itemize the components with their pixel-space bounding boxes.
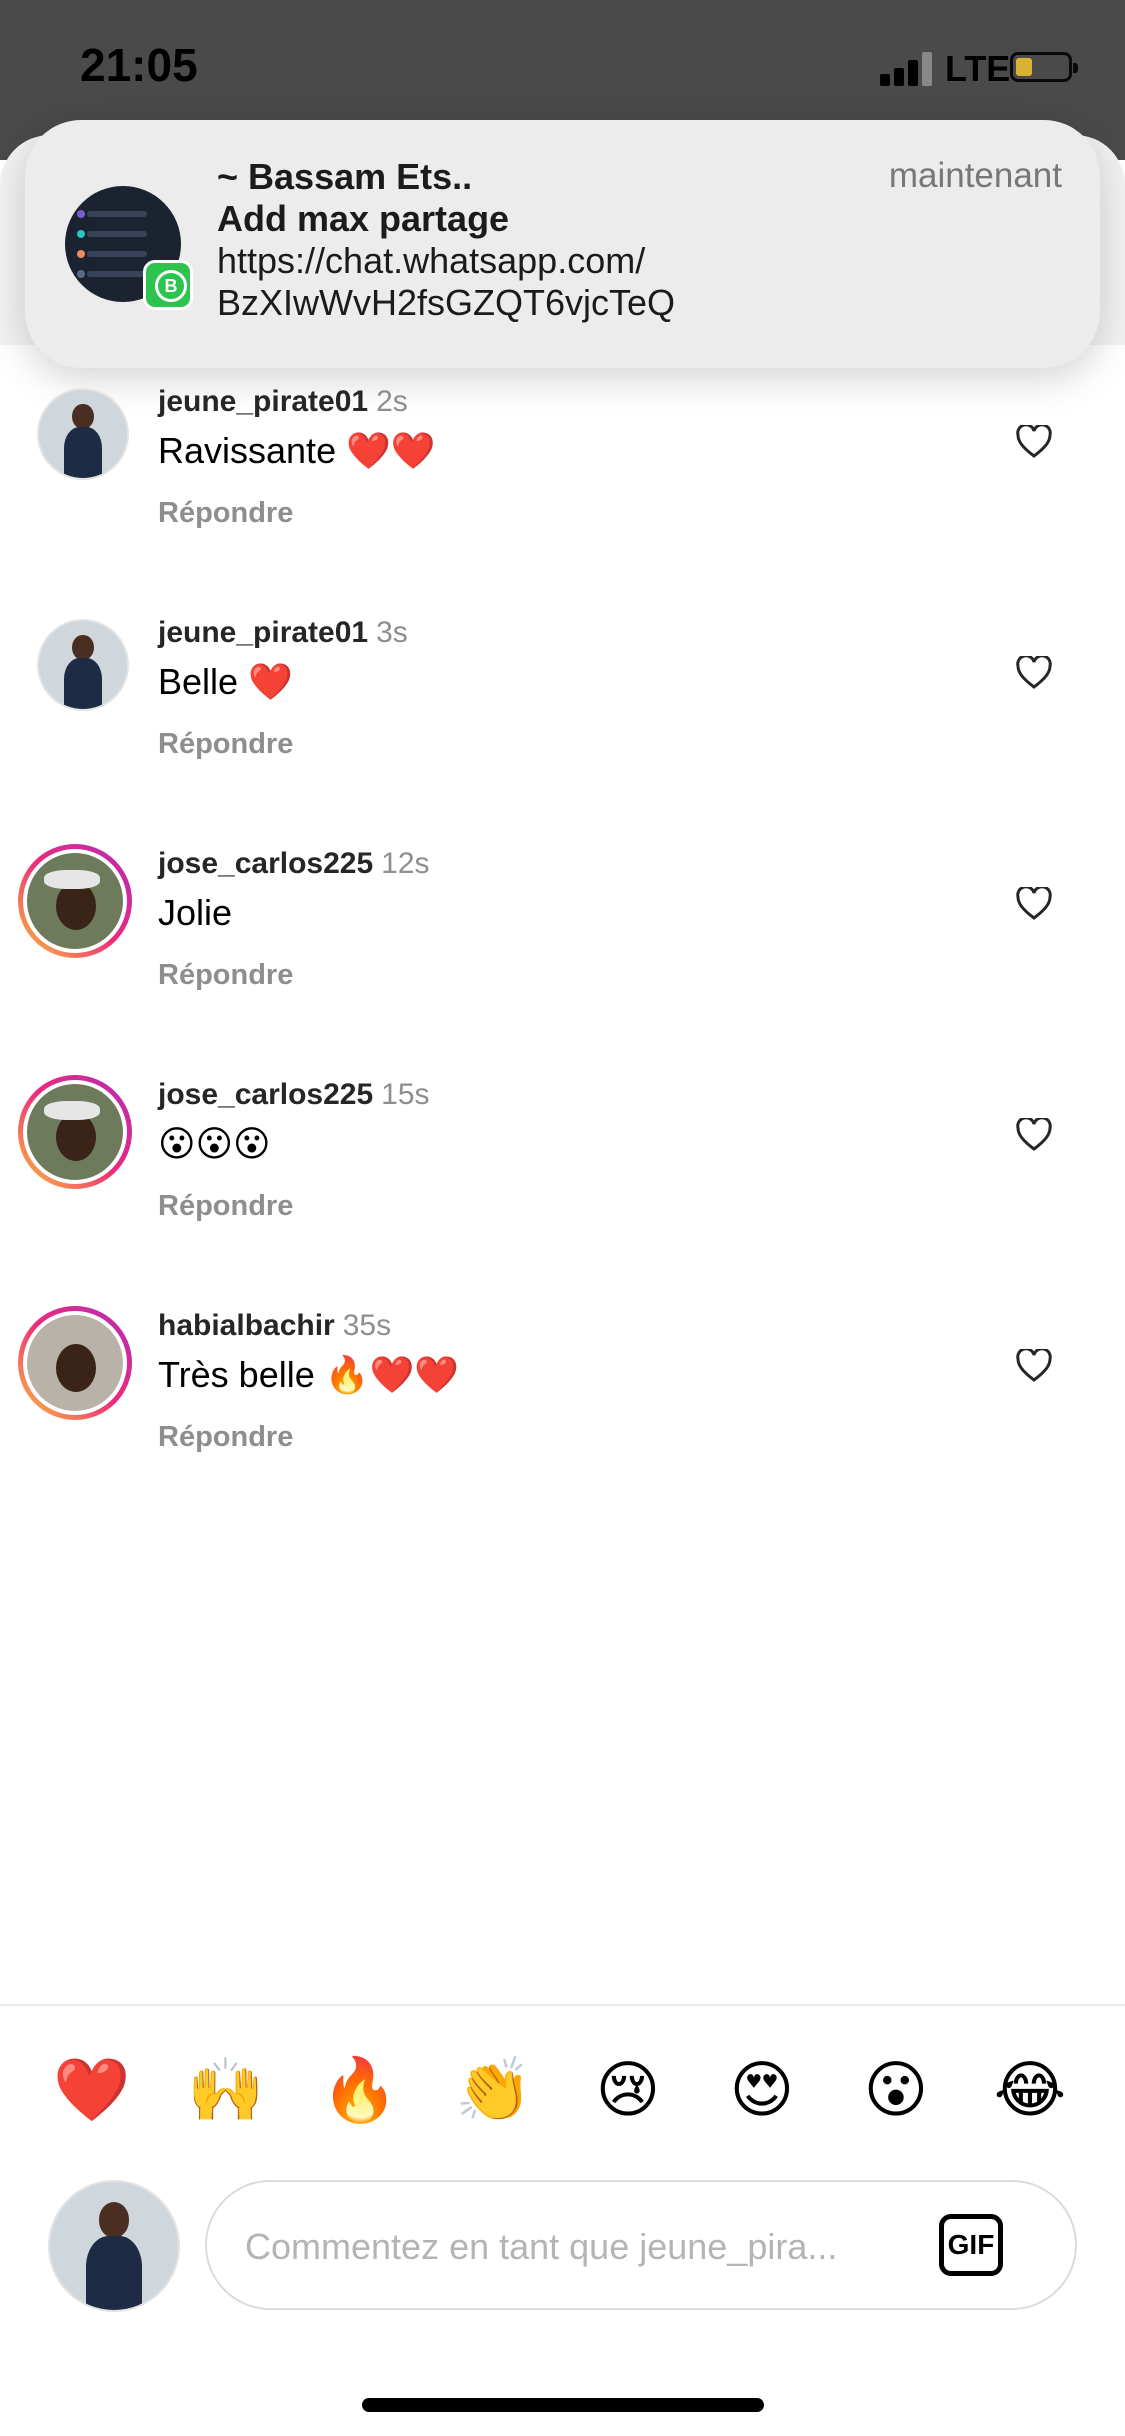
comment-input[interactable]: Commentez en tant que jeune_pira... GIF <box>205 2180 1077 2310</box>
like-heart-icon[interactable] <box>1016 656 1052 690</box>
comment-time: 35s <box>342 1309 392 1342</box>
network-label: LTE <box>945 48 1011 89</box>
comment-username[interactable]: jeune_pirate01 2s <box>158 385 408 419</box>
comment-row: habialbachir 35s Très belle 🔥❤️❤️ Répondr… <box>0 1306 1125 1509</box>
reply-button[interactable]: Répondre <box>158 959 293 992</box>
like-heart-icon[interactable] <box>1016 425 1052 459</box>
signal-icon <box>880 52 940 86</box>
reply-button[interactable]: Répondre <box>158 728 293 761</box>
like-heart-icon[interactable] <box>1016 1118 1052 1152</box>
comment-time: 12s <box>381 847 430 880</box>
avatar[interactable] <box>37 619 129 711</box>
reaction-heart-eyes-button[interactable]: 😍 <box>722 2050 802 2130</box>
battery-icon <box>1010 52 1078 82</box>
gif-button[interactable]: GIF <box>939 2214 1003 2276</box>
reply-button[interactable]: Répondre <box>158 497 293 530</box>
reaction-laughing-button[interactable]: 😂 <box>990 2050 1070 2130</box>
reaction-surprised-button[interactable]: 😮 <box>856 2050 936 2130</box>
comment-row: jeune_pirate01 2s Ravissante ❤️❤️ Répondr… <box>0 385 1125 585</box>
comment-text: Très belle 🔥❤️❤️ <box>158 1354 460 1395</box>
current-user-avatar <box>48 2180 180 2312</box>
whatsapp-business-icon: B <box>143 260 193 310</box>
quick-reaction-bar: ❤️ 🙌 🔥 👏 😢 😍 😮 😂 <box>0 2050 1125 2130</box>
comment-username[interactable]: jose_carlos225 15s <box>158 1078 430 1112</box>
reply-button[interactable]: Répondre <box>158 1421 293 1454</box>
reaction-raised-hands-button[interactable]: 🙌 <box>186 2050 266 2130</box>
notification-body-line-1: https://chat.whatsapp.com/ <box>217 240 646 281</box>
reaction-heart-button[interactable]: ❤️ <box>52 2050 132 2130</box>
comment-username[interactable]: jose_carlos225 12s <box>158 847 430 881</box>
comment-text: 😮😮😮 <box>158 1123 271 1164</box>
comment-text: Belle ❤️ <box>158 661 293 702</box>
notification-body-line-2: BzXIwWvH2fsGZQT6vjcTeQ <box>217 282 676 323</box>
status-time: 21:05 <box>80 39 198 91</box>
reply-button[interactable]: Répondre <box>158 1190 293 1223</box>
like-heart-icon[interactable] <box>1016 887 1052 921</box>
reaction-fire-button[interactable]: 🔥 <box>320 2050 400 2130</box>
whatsapp-notification[interactable]: B ~ Bassam Ets.. maintenant Add max part… <box>25 120 1100 368</box>
comment-username[interactable]: habialbachir 35s <box>158 1309 391 1343</box>
comment-username[interactable]: jeune_pirate01 3s <box>158 616 408 650</box>
avatar[interactable] <box>18 1306 132 1420</box>
notification-title: Add max partage <box>217 198 510 239</box>
avatar[interactable] <box>18 1075 132 1189</box>
comment-row: jose_carlos225 12s Jolie Répondre <box>0 844 1125 1047</box>
avatar[interactable] <box>37 388 129 480</box>
status-bar: 21:05 LTE <box>0 0 1125 140</box>
comment-text: Ravissante ❤️❤️ <box>158 430 436 471</box>
divider <box>0 2004 1125 2006</box>
comment-time: 3s <box>376 616 408 649</box>
avatar[interactable] <box>18 844 132 958</box>
comment-time: 15s <box>381 1078 430 1111</box>
comment-row: jose_carlos225 15s 😮😮😮 Répondre <box>0 1075 1125 1278</box>
notification-sender: ~ Bassam Ets.. <box>217 156 473 197</box>
like-heart-icon[interactable] <box>1016 1349 1052 1383</box>
reaction-crying-button[interactable]: 😢 <box>588 2050 668 2130</box>
comment-text: Jolie <box>158 892 233 933</box>
reaction-clap-button[interactable]: 👏 <box>454 2050 534 2130</box>
comment-time: 2s <box>376 385 408 418</box>
comment-row: jeune_pirate01 3s Belle ❤️ Répondre <box>0 616 1125 816</box>
comment-input-placeholder: Commentez en tant que jeune_pira... <box>245 2226 838 2267</box>
notification-time: maintenant <box>888 156 1062 195</box>
home-indicator[interactable] <box>362 2398 764 2412</box>
